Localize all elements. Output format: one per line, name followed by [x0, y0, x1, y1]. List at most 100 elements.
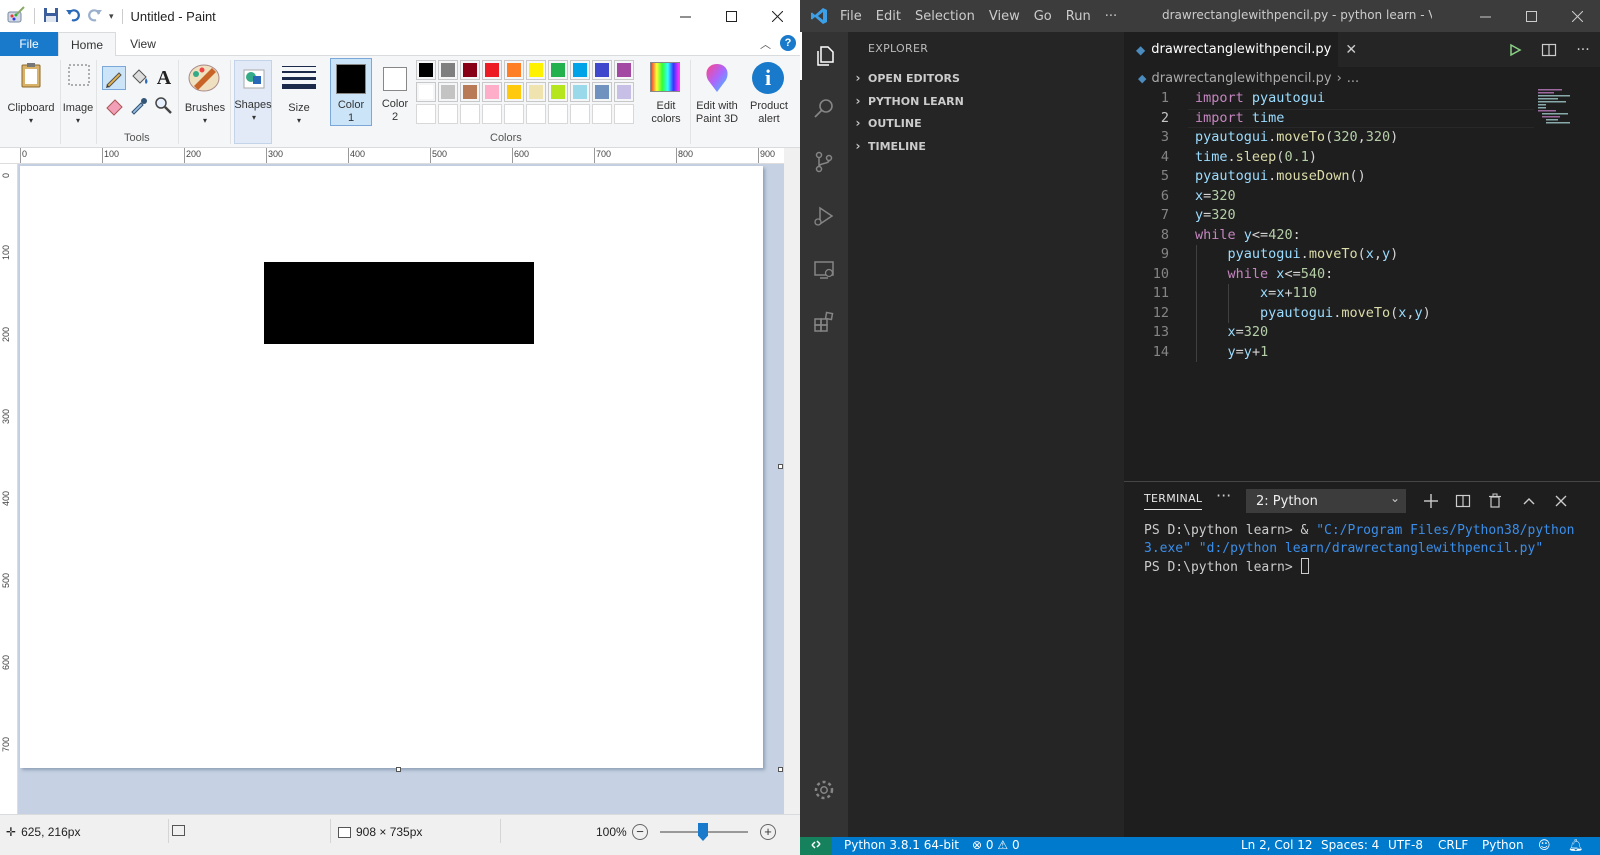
section-python-learn[interactable]: › PYTHON LEARN: [848, 90, 1124, 112]
magnifier-tool[interactable]: [152, 94, 174, 116]
trash-icon[interactable]: [1484, 490, 1506, 512]
new-terminal-icon[interactable]: [1420, 490, 1442, 512]
size-button[interactable]: Size ▾: [276, 60, 322, 125]
editor-tab-active[interactable]: ◆ drawrectanglewithpencil.py ✕: [1124, 32, 1357, 67]
palette-swatch[interactable]: [526, 104, 546, 124]
palette-swatch[interactable]: [570, 60, 590, 80]
line-ending[interactable]: CRLF: [1438, 838, 1468, 852]
panel-more-icon[interactable]: ···: [1216, 486, 1231, 505]
section-timeline[interactable]: › TIMELINE: [848, 135, 1124, 157]
language-mode[interactable]: Python: [1482, 838, 1524, 852]
menu-item[interactable]: Go: [1034, 9, 1052, 24]
close-panel-icon[interactable]: [1550, 490, 1572, 512]
palette-swatch[interactable]: [526, 82, 546, 102]
vertical-scrollbar[interactable]: [784, 148, 800, 814]
remote-explorer-icon[interactable]: [800, 246, 848, 294]
palette-swatch[interactable]: [438, 60, 458, 80]
split-editor-icon[interactable]: [1532, 32, 1566, 67]
search-icon[interactable]: [800, 84, 848, 132]
palette-swatch[interactable]: [592, 60, 612, 80]
run-file-icon[interactable]: [1498, 32, 1532, 67]
palette-swatch[interactable]: [504, 60, 524, 80]
palette-swatch[interactable]: [460, 104, 480, 124]
palette-swatch[interactable]: [570, 82, 590, 102]
palette-swatch[interactable]: [614, 60, 634, 80]
breadcrumb-file[interactable]: drawrectanglewithpencil.py: [1151, 71, 1331, 86]
menu-item[interactable]: View: [989, 9, 1020, 24]
cursor-position[interactable]: Ln 2, Col 12: [1241, 838, 1313, 852]
palette-swatch[interactable]: [482, 82, 502, 102]
vscode-minimize-button[interactable]: [1462, 0, 1508, 32]
fill-tool[interactable]: [128, 66, 152, 90]
terminal-output[interactable]: PS D:\python learn> & "C:/Program Files/…: [1144, 522, 1584, 577]
paint-app-icon[interactable]: [6, 5, 26, 27]
palette-swatch[interactable]: [460, 60, 480, 80]
text-tool[interactable]: A: [152, 66, 176, 90]
palette-swatch[interactable]: [570, 104, 590, 124]
minimize-button[interactable]: [662, 0, 708, 32]
feedback-icon[interactable]: ☺: [1538, 838, 1551, 852]
vscode-maximize-button[interactable]: [1508, 0, 1554, 32]
close-button[interactable]: [754, 0, 800, 32]
extensions-icon[interactable]: [800, 298, 848, 346]
indentation[interactable]: Spaces: 4: [1321, 838, 1379, 852]
python-interpreter[interactable]: Python 3.8.1 64-bit: [844, 838, 959, 852]
palette-swatch[interactable]: [614, 104, 634, 124]
pencil-tool[interactable]: [102, 66, 126, 90]
resize-handle-corner[interactable]: [778, 767, 783, 772]
split-terminal-icon[interactable]: [1452, 490, 1474, 512]
product-alert-button[interactable]: i Product alert: [744, 60, 796, 126]
section-open-editors[interactable]: › OPEN EDITORS: [848, 67, 1124, 89]
menu-item[interactable]: ···: [1105, 9, 1117, 24]
image-button[interactable]: Image ▾: [62, 60, 94, 125]
collapse-ribbon-icon[interactable]: ︿: [760, 36, 771, 52]
notifications-bell-icon[interactable]: 🔔︎: [1568, 838, 1583, 852]
palette-swatch[interactable]: [548, 60, 568, 80]
problems-indicator[interactable]: ⊗ 0 ⚠ 0: [972, 838, 1020, 852]
palette-swatch[interactable]: [548, 82, 568, 102]
code-editor[interactable]: 1 import pyautogui 2 import time 3 pyautogui.…: [1124, 89, 1600, 481]
customize-toolbar-icon[interactable]: ▾: [109, 11, 114, 22]
tab-file[interactable]: File: [0, 32, 58, 56]
edit-with-paint3d-button[interactable]: Edit with Paint 3D: [692, 60, 742, 126]
vscode-close-button[interactable]: [1554, 0, 1600, 32]
edit-colors-button[interactable]: Edit colors: [644, 60, 688, 126]
zoom-slider-thumb[interactable]: [698, 823, 708, 841]
menu-item[interactable]: File: [840, 9, 862, 24]
minimap[interactable]: [1534, 89, 1594, 129]
terminal-tab[interactable]: TERMINAL: [1144, 492, 1203, 510]
section-outline[interactable]: › OUTLINE: [848, 112, 1124, 134]
undo-icon[interactable]: [65, 7, 81, 26]
terminal-select[interactable]: 2: Python ⌄: [1246, 489, 1406, 513]
eraser-tool[interactable]: [104, 94, 126, 116]
palette-swatch[interactable]: [416, 82, 436, 102]
color1-button[interactable]: Color 1: [330, 58, 372, 126]
palette-swatch[interactable]: [482, 104, 502, 124]
explorer-icon[interactable]: [800, 32, 848, 80]
brushes-button[interactable]: Brushes ▾: [182, 60, 228, 125]
palette-swatch[interactable]: [548, 104, 568, 124]
menu-item[interactable]: Run: [1066, 9, 1091, 24]
breadcrumb-more[interactable]: ...: [1347, 71, 1359, 86]
menu-item[interactable]: Selection: [915, 9, 975, 24]
palette-swatch[interactable]: [416, 60, 436, 80]
zoom-slider[interactable]: [660, 823, 748, 841]
redo-icon[interactable]: [87, 7, 103, 26]
save-icon[interactable]: [43, 7, 59, 26]
palette-swatch[interactable]: [614, 82, 634, 102]
color2-button[interactable]: Color 2: [374, 58, 416, 126]
palette-swatch[interactable]: [416, 104, 436, 124]
palette-swatch[interactable]: [504, 82, 524, 102]
more-actions-icon[interactable]: ···: [1566, 32, 1600, 67]
palette-swatch[interactable]: [438, 82, 458, 102]
palette-swatch[interactable]: [504, 104, 524, 124]
shapes-button[interactable]: Shapes ▾: [234, 60, 272, 144]
drawing-canvas[interactable]: [20, 166, 763, 768]
encoding[interactable]: UTF-8: [1388, 838, 1423, 852]
resize-handle-bottom[interactable]: [396, 767, 401, 772]
maximize-button[interactable]: [708, 0, 754, 32]
palette-swatch[interactable]: [438, 104, 458, 124]
menu-item[interactable]: Edit: [876, 9, 901, 24]
tab-home[interactable]: Home: [58, 32, 116, 57]
color-picker-tool[interactable]: [128, 94, 150, 116]
